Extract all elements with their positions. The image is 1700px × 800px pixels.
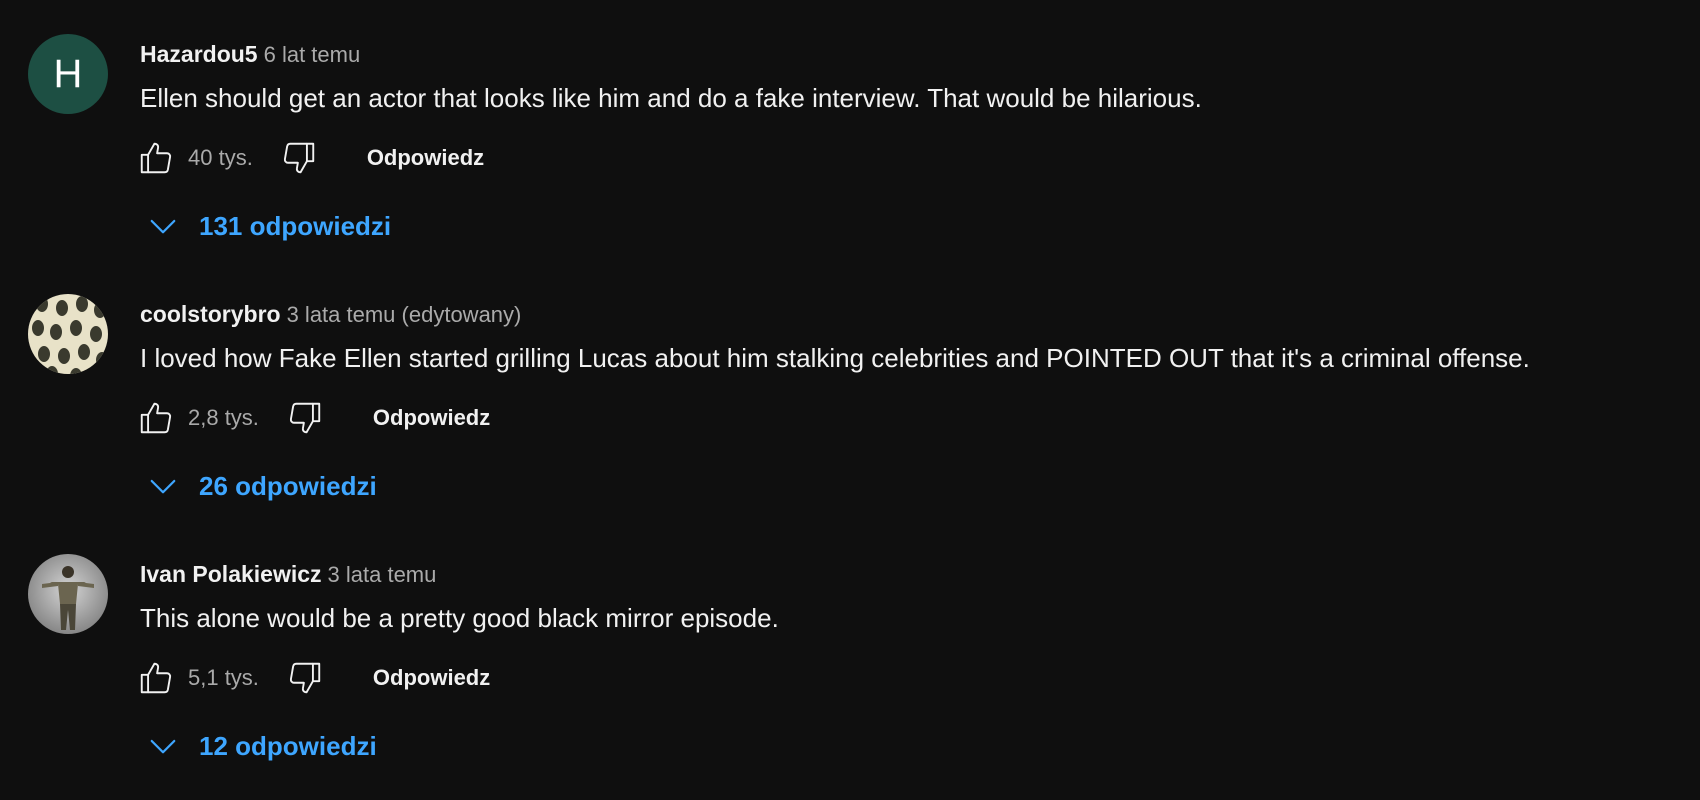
comment-time[interactable]: 3 lata temu xyxy=(328,562,437,587)
reply-button[interactable]: Odpowiedz xyxy=(373,405,490,431)
like-button[interactable] xyxy=(136,398,176,438)
comments-list: H Hazardou5 6 lat temu Ellen should get a… xyxy=(0,0,1700,800)
comment-header: Hazardou5 6 lat temu xyxy=(140,40,360,68)
comment-text: I loved how Fake Ellen started grilling … xyxy=(140,343,1530,373)
comment-time[interactable]: 6 lat temu xyxy=(264,42,361,67)
like-count: 40 tys. xyxy=(188,145,253,170)
like-count: 5,1 tys. xyxy=(188,665,259,690)
comment-toolbar: 40 tys. Odpowiedz xyxy=(136,138,484,178)
comment-toolbar: 5,1 tys. Odpowiedz xyxy=(136,658,490,698)
thumbs-up-icon xyxy=(140,142,172,174)
comment-thread: Ivan Polakiewicz 3 lata temu This alone w… xyxy=(0,520,1700,770)
comment-text: This alone would be a pretty good black … xyxy=(140,603,779,633)
chevron-down-icon xyxy=(145,728,181,764)
view-replies-button[interactable]: 12 odpowiedzi xyxy=(145,724,377,768)
comment-toolbar: 2,8 tys. Odpowiedz xyxy=(136,398,490,438)
comment-author[interactable]: coolstorybro xyxy=(140,301,281,327)
reply-button[interactable]: Odpowiedz xyxy=(373,665,490,691)
thumbs-down-icon xyxy=(289,662,321,694)
replies-count: 131 odpowiedzi xyxy=(199,210,392,241)
thumbs-up-icon xyxy=(140,402,172,434)
avatar[interactable]: H xyxy=(28,34,108,114)
dislike-button[interactable] xyxy=(285,398,325,438)
replies-count: 12 odpowiedzi xyxy=(199,730,377,761)
like-count: 2,8 tys. xyxy=(188,405,259,430)
comment-author[interactable]: Ivan Polakiewicz xyxy=(140,561,322,587)
comment-header: coolstorybro 3 lata temu (edytowany) xyxy=(140,300,521,328)
view-replies-button[interactable]: 131 odpowiedzi xyxy=(145,204,391,248)
dislike-button[interactable] xyxy=(279,138,319,178)
chevron-down-icon xyxy=(145,468,181,504)
comment-text: Ellen should get an actor that looks lik… xyxy=(140,83,1202,113)
view-replies-button[interactable]: 26 odpowiedzi xyxy=(145,464,377,508)
thumbs-down-icon xyxy=(289,402,321,434)
thumbs-up-icon xyxy=(140,662,172,694)
avatar[interactable] xyxy=(28,554,108,634)
like-button[interactable] xyxy=(136,658,176,698)
comment-author[interactable]: Hazardou5 xyxy=(140,41,258,67)
chevron-down-icon xyxy=(145,208,181,244)
avatar[interactable] xyxy=(28,294,108,374)
like-button[interactable] xyxy=(136,138,176,178)
thumbs-down-icon xyxy=(283,142,315,174)
dislike-button[interactable] xyxy=(285,658,325,698)
comment-header: Ivan Polakiewicz 3 lata temu xyxy=(140,560,436,588)
comment-time[interactable]: 3 lata temu (edytowany) xyxy=(287,302,522,327)
comment-thread: H Hazardou5 6 lat temu Ellen should get a… xyxy=(0,0,1700,250)
comment-thread: coolstorybro 3 lata temu (edytowany) I lo… xyxy=(0,260,1700,510)
reply-button[interactable]: Odpowiedz xyxy=(367,145,484,171)
replies-count: 26 odpowiedzi xyxy=(199,470,377,501)
